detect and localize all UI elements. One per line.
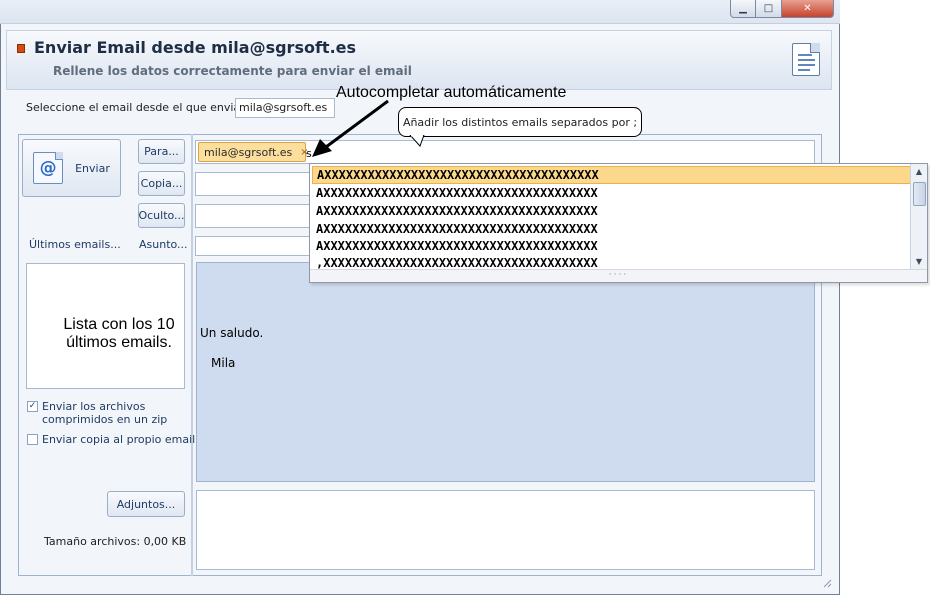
header-bullet-icon: [17, 44, 25, 53]
autocomplete-dropdown[interactable]: AXXXXXXXXXXXXXXXXXXXXXXXXXXXXXXXXXXXXXX …: [309, 163, 928, 283]
subject-button[interactable]: Asunto...: [139, 238, 188, 251]
minimize-icon: ▁: [739, 3, 747, 14]
from-label: Seleccione el email desde el que enviar: [26, 101, 245, 114]
attachments-list[interactable]: [196, 490, 815, 570]
copy-self-label: Enviar copia al propio email: [42, 433, 196, 446]
recipient-token-label: mila@sgrsoft.es: [204, 145, 293, 159]
maximize-icon: □: [763, 3, 774, 14]
autocomplete-item[interactable]: AXXXXXXXXXXXXXXXXXXXXXXXXXXXXXXXXXXXXXX: [312, 184, 912, 202]
close-button[interactable]: ✕: [782, 0, 834, 18]
window-controls: ▁ □ ✕: [730, 0, 834, 18]
maximize-button[interactable]: □: [756, 0, 782, 18]
autocomplete-item[interactable]: AXXXXXXXXXXXXXXXXXXXXXXXXXXXXXXXXXXXXXX: [312, 166, 912, 184]
recent-emails-label[interactable]: Últimos emails...: [29, 238, 121, 251]
recipient-token[interactable]: mila@sgrsoft.es ×: [198, 142, 309, 162]
zip-option-label: Enviar los archivos comprimidos en un zi…: [42, 400, 168, 426]
close-icon: ✕: [803, 3, 812, 14]
autocomplete-scrollbar[interactable]: ▲ ▼: [910, 164, 927, 270]
scroll-down-icon[interactable]: ▼: [913, 256, 925, 268]
copy-self-checkbox[interactable]: [27, 434, 38, 445]
to-button[interactable]: Para...: [138, 139, 185, 164]
scroll-thumb[interactable]: [913, 182, 926, 206]
body-line-greeting: Un saludo.: [200, 326, 264, 340]
window-resize-grip-icon[interactable]: [822, 578, 832, 588]
document-icon: [792, 43, 820, 76]
title-bar[interactable]: [0, 0, 840, 24]
body-line-signature: Mila: [211, 356, 236, 370]
page-subtitle: Rellene los datos correctamente para env…: [53, 64, 412, 78]
minimize-button[interactable]: ▁: [730, 0, 756, 18]
recent-list-annotation: Lista con los 10 últimos emails.: [63, 316, 175, 351]
callout-tail-icon: [409, 135, 425, 147]
dropdown-resize-grip[interactable]: ····: [310, 269, 927, 282]
attachments-size: Tamaño archivos: 0,00 KB: [44, 535, 187, 548]
annotation-arrow-icon: [312, 99, 389, 157]
cc-button[interactable]: Copia...: [138, 171, 185, 196]
panel-divider: [191, 134, 193, 576]
zip-checkbox[interactable]: ✓: [27, 401, 38, 412]
autocomplete-item[interactable]: AXXXXXXXXXXXXXXXXXXXXXXXXXXXXXXXXXXXXXX: [312, 220, 912, 238]
attachments-button[interactable]: Adjuntos...: [107, 491, 185, 517]
scroll-up-icon[interactable]: ▲: [913, 166, 925, 178]
copy-self-option[interactable]: Enviar copia al propio email: [27, 433, 195, 446]
email-at-icon: @: [33, 152, 64, 184]
zip-option[interactable]: ✓ Enviar los archivos comprimidos en un …: [27, 400, 177, 426]
bcc-button[interactable]: Oculto...: [138, 203, 185, 228]
callout-text: Añadir los distintos emails separados po…: [402, 115, 638, 129]
autocomplete-item[interactable]: AXXXXXXXXXXXXXXXXXXXXXXXXXXXXXXXXXXXXXX: [312, 202, 912, 220]
callout-bubble: Añadir los distintos emails separados po…: [398, 107, 642, 137]
send-button[interactable]: @ Enviar: [22, 139, 121, 197]
message-body[interactable]: Un saludo. Mila: [196, 262, 815, 482]
page-title: Enviar Email desde mila@sgrsoft.es: [34, 38, 357, 57]
autocomplete-item[interactable]: AXXXXXXXXXXXXXXXXXXXXXXXXXXXXXXXXXXXXXX: [312, 237, 912, 255]
send-label: Enviar: [75, 161, 110, 175]
